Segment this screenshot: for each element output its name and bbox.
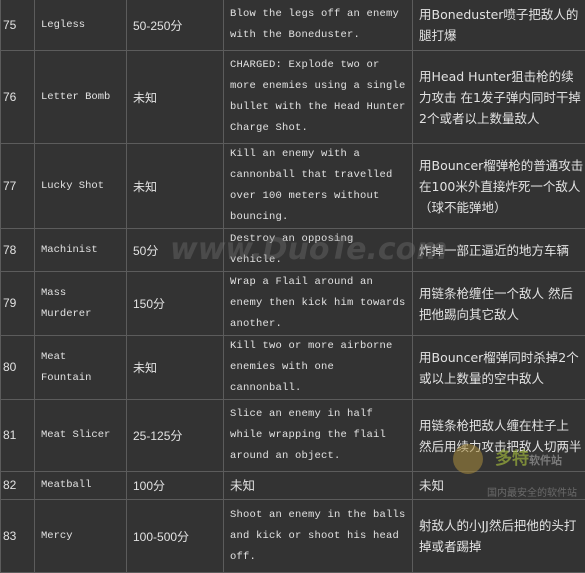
achievement-chinese-description: 用Bouncer榴弹枪的普通攻击在100米外直接炸死一个敌人（球不能弹地）: [413, 144, 585, 229]
achievement-description: Destroy an opposing vehicle.: [224, 229, 413, 272]
achievement-name: Mercy: [35, 500, 127, 573]
achievement-name: Meat Fountain: [35, 336, 127, 400]
achievement-chinese-description: 射敌人的小JJ然后把他的头打掉或者踢掉: [413, 500, 585, 573]
row-number: 79: [1, 272, 35, 336]
table-row: 81Meat Slicer25-125分Slice an enemy in ha…: [1, 400, 585, 472]
achievement-points: 50分: [127, 229, 224, 272]
achievement-chinese-description: 炸掉一部正逼近的地方车辆: [413, 229, 585, 272]
table-row: 80Meat Fountain未知Kill two or more airbor…: [1, 336, 585, 400]
achievements-table: 75Legless50-250分Blow the legs off an ene…: [0, 0, 585, 573]
achievement-chinese-description: 未知: [413, 472, 585, 500]
achievement-name: Meat Slicer: [35, 400, 127, 472]
achievement-points: 25-125分: [127, 400, 224, 472]
achievement-chinese-description: 用Head Hunter狙击枪的续力攻击 在1发子弹内同时干掉2个或者以上数量敌…: [413, 51, 585, 144]
table-row: 76Letter Bomb未知CHARGED: Explode two or m…: [1, 51, 585, 144]
row-number: 81: [1, 400, 35, 472]
achievement-description: Kill two or more airborne enemies with o…: [224, 336, 413, 400]
table-row: 79Mass Murderer150分Wrap a Flail around a…: [1, 272, 585, 336]
achievement-points: 100分: [127, 472, 224, 500]
table-row: 83Mercy100-500分Shoot an enemy in the bal…: [1, 500, 585, 573]
achievement-chinese-description: 用Boneduster喷子把敌人的腿打爆: [413, 0, 585, 51]
achievement-chinese-description: 用链条枪把敌人缠在柱子上 然后用续力攻击把敌人切两半: [413, 400, 585, 472]
table-row: 77Lucky Shot未知Kill an enemy with a canno…: [1, 144, 585, 229]
row-number: 80: [1, 336, 35, 400]
row-number: 75: [1, 0, 35, 51]
achievement-name: Meatball: [35, 472, 127, 500]
achievement-points: 未知: [127, 51, 224, 144]
table-row: 78Machinist50分Destroy an opposing vehicl…: [1, 229, 585, 272]
row-number: 78: [1, 229, 35, 272]
achievement-points: 未知: [127, 336, 224, 400]
achievement-name: Mass Murderer: [35, 272, 127, 336]
row-number: 83: [1, 500, 35, 573]
table-row: 75Legless50-250分Blow the legs off an ene…: [1, 0, 585, 51]
table-row: 82Meatball100分未知未知: [1, 472, 585, 500]
achievement-name: Lucky Shot: [35, 144, 127, 229]
achievement-description: Shoot an enemy in the balls and kick or …: [224, 500, 413, 573]
achievement-description: Wrap a Flail around an enemy then kick h…: [224, 272, 413, 336]
row-number: 82: [1, 472, 35, 500]
achievement-points: 150分: [127, 272, 224, 336]
achievement-points: 50-250分: [127, 0, 224, 51]
achievement-chinese-description: 用链条枪缠住一个敌人 然后把他踢向其它敌人: [413, 272, 585, 336]
achievement-name: Machinist: [35, 229, 127, 272]
achievement-name: Legless: [35, 0, 127, 51]
achievement-points: 未知: [127, 144, 224, 229]
achievement-description: Kill an enemy with a cannonball that tra…: [224, 144, 413, 229]
achievement-points: 100-500分: [127, 500, 224, 573]
achievement-chinese-description: 用Bouncer榴弹同时杀掉2个或以上数量的空中敌人: [413, 336, 585, 400]
achievement-description: Blow the legs off an enemy with the Bone…: [224, 0, 413, 51]
achievement-name: Letter Bomb: [35, 51, 127, 144]
row-number: 77: [1, 144, 35, 229]
achievement-description: 未知: [224, 472, 413, 500]
achievement-description: Slice an enemy in half while wrapping th…: [224, 400, 413, 472]
row-number: 76: [1, 51, 35, 144]
achievement-description: CHARGED: Explode two or more enemies usi…: [224, 51, 413, 144]
